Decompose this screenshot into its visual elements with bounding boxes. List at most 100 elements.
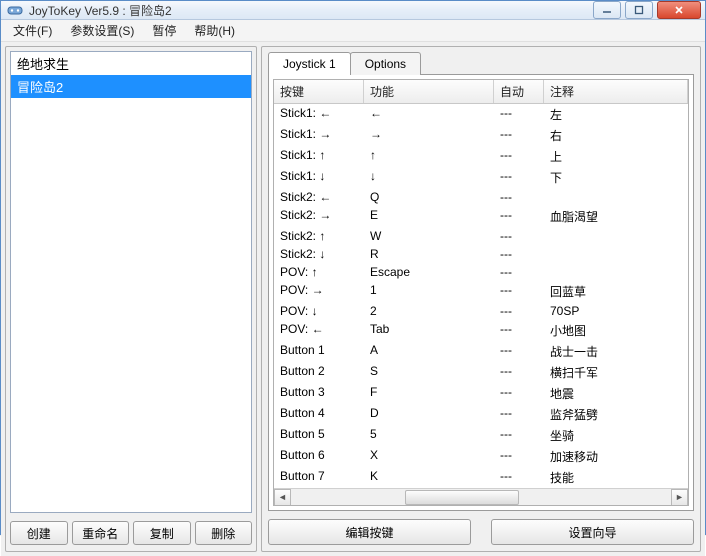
left-panel: 绝地求生冒险岛2 创建 重命名 复制 删除 — [5, 46, 257, 552]
tab-options[interactable]: Options — [350, 52, 421, 75]
table-row[interactable]: POV: ↑Escape--- — [274, 263, 688, 281]
cell-auto: --- — [494, 321, 544, 340]
cell-auto: --- — [494, 264, 544, 280]
delete-button[interactable]: 删除 — [195, 521, 253, 545]
menu-file[interactable]: 文件(F) — [5, 20, 60, 41]
cell-note: 回蓝草 — [544, 282, 688, 301]
table-row[interactable]: Stick1: ↑↑---上 — [274, 146, 688, 167]
table-row[interactable]: Stick1: →→---右 — [274, 125, 688, 146]
header-note[interactable]: 注释 — [544, 80, 688, 103]
cell-auto: --- — [494, 207, 544, 226]
table-row[interactable]: Stick1: ↓↓---下 — [274, 167, 688, 188]
table-row[interactable]: Button 3F---地震 — [274, 383, 688, 404]
cell-note: 监斧猛劈 — [544, 405, 688, 424]
cell-func: E — [364, 207, 494, 226]
cell-auto: --- — [494, 342, 544, 361]
table-row[interactable]: POV: ←Tab---小地图 — [274, 320, 688, 341]
cell-auto: --- — [494, 147, 544, 166]
right-buttons: 编辑按键 设置向导 — [262, 515, 700, 551]
cell-func: W — [364, 228, 494, 244]
cell-key: Stick1: ↑ — [274, 147, 364, 166]
cell-note: 左 — [544, 105, 688, 124]
edit-key-button[interactable]: 编辑按键 — [268, 519, 471, 545]
cell-auto: --- — [494, 168, 544, 187]
cell-func: 2 — [364, 303, 494, 319]
close-button[interactable] — [657, 1, 701, 19]
cell-func: R — [364, 246, 494, 262]
scroll-right-arrow[interactable]: ► — [671, 489, 688, 506]
cell-func: Escape — [364, 264, 494, 280]
cell-note: 加速移动 — [544, 447, 688, 466]
table-row[interactable]: Stick1: ←←---左 — [274, 104, 688, 125]
cell-key: POV: ↓ — [274, 303, 364, 319]
cell-note: 上 — [544, 147, 688, 166]
cell-note — [544, 246, 688, 262]
scroll-left-arrow[interactable]: ◄ — [274, 489, 291, 506]
cell-note: 下 — [544, 168, 688, 187]
table-row[interactable]: Stick2: →E---血脂渴望 — [274, 206, 688, 227]
table-row[interactable]: Stick2: ←Q--- — [274, 188, 688, 206]
header-func[interactable]: 功能 — [364, 80, 494, 103]
cell-func: X — [364, 447, 494, 466]
cell-note — [544, 189, 688, 205]
cell-key: Stick1: → — [274, 126, 364, 145]
right-panel: Joystick 1 Options 按键 功能 自动 注释 Stick1: ←… — [261, 46, 701, 552]
table-row[interactable]: Button 7K---技能 — [274, 467, 688, 488]
create-button[interactable]: 创建 — [10, 521, 68, 545]
header-key[interactable]: 按键 — [274, 80, 364, 103]
cell-func: 5 — [364, 426, 494, 445]
window-controls — [593, 1, 701, 19]
menu-pause[interactable]: 暂停 — [144, 20, 184, 41]
menu-params[interactable]: 参数设置(S) — [62, 20, 142, 41]
tab-bar: Joystick 1 Options — [262, 47, 700, 74]
tab-body: 按键 功能 自动 注释 Stick1: ←←---左Stick1: →→---右… — [268, 74, 694, 511]
cell-key: Stick2: ↑ — [274, 228, 364, 244]
cell-key: Button 5 — [274, 426, 364, 445]
table-row[interactable]: Button 6X---加速移动 — [274, 446, 688, 467]
profile-item[interactable]: 冒险岛2 — [11, 75, 251, 98]
window-title: JoyToKey Ver5.9 : 冒险岛2 — [29, 2, 593, 19]
header-auto[interactable]: 自动 — [494, 80, 544, 103]
tab-joystick1[interactable]: Joystick 1 — [268, 52, 351, 75]
cell-key: Button 6 — [274, 447, 364, 466]
table-row[interactable]: POV: →1---回蓝草 — [274, 281, 688, 302]
cell-func: A — [364, 342, 494, 361]
cell-func: D — [364, 405, 494, 424]
menu-bar: 文件(F) 参数设置(S) 暂停 帮助(H) — [1, 20, 705, 42]
table-row[interactable]: POV: ↓2---70SP — [274, 302, 688, 320]
profile-list[interactable]: 绝地求生冒险岛2 — [10, 51, 252, 513]
table-body[interactable]: Stick1: ←←---左Stick1: →→---右Stick1: ↑↑--… — [274, 104, 688, 488]
maximize-button[interactable] — [625, 1, 653, 19]
profile-buttons: 创建 重命名 复制 删除 — [6, 517, 256, 551]
cell-key: Button 7 — [274, 468, 364, 487]
menu-help[interactable]: 帮助(H) — [186, 20, 243, 41]
cell-func: K — [364, 468, 494, 487]
cell-note: 70SP — [544, 303, 688, 319]
cell-key: Button 4 — [274, 405, 364, 424]
horizontal-scrollbar[interactable]: ◄ ► — [274, 488, 688, 505]
cell-key: POV: ← — [274, 321, 364, 340]
cell-auto: --- — [494, 246, 544, 262]
table-row[interactable]: Stick2: ↓R--- — [274, 245, 688, 263]
mapping-table: 按键 功能 自动 注释 Stick1: ←←---左Stick1: →→---右… — [273, 79, 689, 506]
cell-note: 右 — [544, 126, 688, 145]
profile-item[interactable]: 绝地求生 — [11, 52, 251, 75]
scroll-thumb[interactable] — [405, 490, 519, 505]
rename-button[interactable]: 重命名 — [72, 521, 130, 545]
cell-func: ↑ — [364, 147, 494, 166]
table-row[interactable]: Button 4D---监斧猛劈 — [274, 404, 688, 425]
minimize-button[interactable] — [593, 1, 621, 19]
cell-func: F — [364, 384, 494, 403]
wizard-button[interactable]: 设置向导 — [491, 519, 694, 545]
cell-auto: --- — [494, 105, 544, 124]
app-icon — [7, 2, 23, 18]
cell-note: 坐骑 — [544, 426, 688, 445]
table-row[interactable]: Button 2S---横扫千军 — [274, 362, 688, 383]
copy-button[interactable]: 复制 — [133, 521, 191, 545]
cell-auto: --- — [494, 282, 544, 301]
table-row[interactable]: Button 55---坐骑 — [274, 425, 688, 446]
cell-func: Q — [364, 189, 494, 205]
table-row[interactable]: Stick2: ↑W--- — [274, 227, 688, 245]
table-row[interactable]: Button 1A---战士一击 — [274, 341, 688, 362]
scroll-track[interactable] — [291, 489, 671, 506]
